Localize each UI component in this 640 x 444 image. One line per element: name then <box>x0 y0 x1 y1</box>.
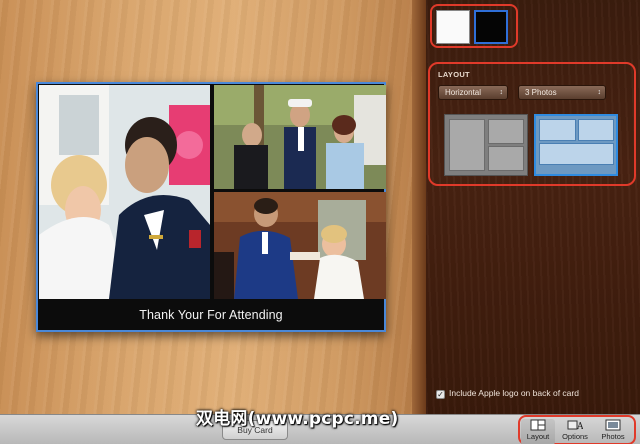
photos-icon <box>605 419 621 431</box>
layout-thumb-1[interactable] <box>444 114 528 176</box>
apple-logo-label: Include Apple logo on back of card <box>449 388 579 398</box>
thumb-cell <box>488 146 524 171</box>
wedding-kiss-photo[interactable] <box>39 85 210 299</box>
photos-tool-button[interactable]: Photos <box>596 419 630 444</box>
canvas-edge <box>412 0 426 414</box>
orientation-select[interactable]: Horizontal ↕ <box>438 85 508 100</box>
black-swatch[interactable] <box>474 10 508 44</box>
view-switcher: Layout A Options Photos <box>518 415 636 444</box>
layout-tool-label: Layout <box>526 432 550 441</box>
layout-thumb-2[interactable] <box>534 114 618 176</box>
thumb-cell <box>449 119 485 171</box>
thumb-cell <box>539 119 576 141</box>
apple-logo-option[interactable]: ✓ Include Apple logo on back of card <box>436 388 579 399</box>
thumb-cell <box>539 143 614 165</box>
card-canvas: Thank Your For Attending <box>0 0 426 414</box>
card-preview[interactable]: Thank Your For Attending <box>36 82 386 332</box>
layout-section: LAYOUT Horizontal ↕ 3 Photos ↕ <box>428 62 636 186</box>
options-icon: A <box>567 420 583 431</box>
layout-tool-button[interactable]: Layout <box>521 419 555 444</box>
white-swatch[interactable] <box>436 10 470 44</box>
site-watermark: 双电网(www.pcpc.me) <box>196 409 399 429</box>
layout-title: LAYOUT <box>438 70 470 79</box>
photo-count-value: 3 Photos <box>525 88 557 97</box>
color-swatch-group <box>430 4 518 48</box>
chevron-updown-icon: ↕ <box>597 89 602 96</box>
apple-logo-checkbox[interactable]: ✓ <box>436 390 445 399</box>
wedding-group-photo[interactable] <box>214 85 386 189</box>
svg-text:A: A <box>576 422 583 431</box>
options-tool-button[interactable]: A Options <box>558 419 592 444</box>
design-panel: LAYOUT Horizontal ↕ 3 Photos ↕ ✓ Include … <box>426 0 640 414</box>
chevron-updown-icon: ↕ <box>499 89 504 96</box>
photos-tool-label: Photos <box>601 432 625 441</box>
cake-cutting-photo[interactable] <box>214 192 386 299</box>
thumb-cell <box>578 119 614 141</box>
layout-icon <box>530 419 546 431</box>
orientation-value: Horizontal <box>445 88 482 97</box>
card-caption[interactable]: Thank Your For Attending <box>38 308 384 322</box>
photo-count-select[interactable]: 3 Photos ↕ <box>518 85 606 100</box>
options-tool-label: Options <box>562 432 588 441</box>
thumb-cell <box>488 119 524 144</box>
